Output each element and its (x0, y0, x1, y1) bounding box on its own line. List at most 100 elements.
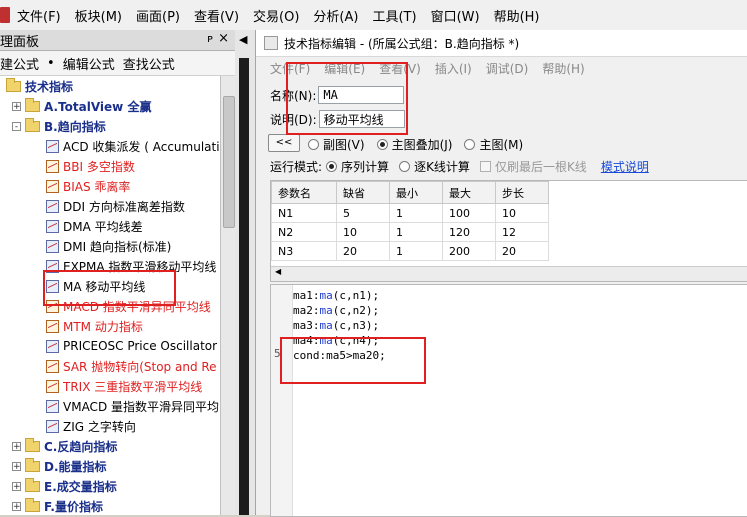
collapse-button[interactable]: << (268, 134, 300, 152)
expand-icon[interactable]: + (12, 441, 21, 451)
formula-icon (46, 419, 59, 433)
collapse-arrow-icon[interactable]: ◀ (239, 33, 247, 46)
expand-icon[interactable]: + (12, 101, 21, 111)
tree-scrollbar[interactable] (220, 76, 235, 515)
cell-name[interactable]: N3 (271, 241, 337, 261)
menu-sector[interactable]: 板块(M) (68, 6, 129, 25)
sub-chart-radio[interactable] (308, 139, 319, 150)
cell-max[interactable]: 200 (442, 241, 496, 261)
dialog-menu-edit[interactable]: 编辑(E) (324, 60, 365, 77)
scroll-left-icon[interactable]: ◀ (275, 267, 281, 276)
menu-screen[interactable]: 画面(P) (129, 6, 187, 25)
tree-formula-item[interactable]: TRIX 三重指数平滑平均线 (46, 376, 202, 396)
dialog-menu-debug[interactable]: 调试(D) (486, 60, 529, 77)
cell-max[interactable]: 120 (442, 222, 496, 242)
mode-help-link[interactable]: 模式说明 (601, 158, 649, 175)
desc-input[interactable]: 移动平均线 (318, 110, 405, 128)
tree-formula-item[interactable]: DMA 平均线差 (46, 216, 143, 236)
tree-folder[interactable]: + A.TotalView 全赢 (12, 96, 151, 116)
col-min[interactable]: 最小 (389, 181, 443, 204)
cell-name[interactable]: N2 (271, 222, 337, 242)
col-default[interactable]: 缺省 (336, 181, 390, 204)
pin-icon[interactable]: ᴘ (207, 32, 213, 45)
code-line[interactable]: ma4:ma(c,n4); (293, 334, 379, 349)
tree-folder[interactable]: - B.趋向指标 (12, 116, 106, 136)
sequence-calc-radio[interactable] (326, 161, 338, 172)
expand-icon[interactable]: + (12, 481, 21, 491)
code-line[interactable]: ma1:ma(c,n1); (293, 289, 379, 304)
new-formula-button[interactable]: 建公式 (0, 54, 39, 73)
menu-view[interactable]: 查看(V) (187, 6, 246, 25)
tree-folder[interactable]: + D.能量指标 (12, 456, 107, 476)
menu-trade[interactable]: 交易(O) (246, 6, 306, 25)
table-row[interactable]: N2 10 1 120 12 (271, 222, 549, 242)
per-bar-calc-label: 逐K线计算 (414, 160, 470, 174)
tree-formula-item[interactable]: PRICEOSC Price Oscillator (46, 336, 217, 356)
tree-formula-item[interactable]: MA 移动平均线 (46, 276, 145, 296)
tree-formula-item[interactable]: ZIG 之字转向 (46, 416, 136, 436)
menu-window[interactable]: 窗口(W) (424, 6, 487, 25)
edit-formula-button[interactable]: 编辑公式 (63, 54, 115, 73)
cell-max[interactable]: 100 (442, 203, 496, 223)
menu-tools[interactable]: 工具(T) (365, 6, 423, 25)
tree-folder[interactable]: + F.量价指标 (12, 496, 103, 515)
formula-icon (46, 319, 59, 333)
scrollbar-thumb[interactable] (223, 96, 235, 228)
last-bar-checkbox[interactable] (479, 161, 491, 172)
expand-icon[interactable]: + (12, 461, 21, 471)
code-line[interactable]: ma3:ma(c,n3); (293, 319, 379, 334)
menu-file[interactable]: 文件(F) (10, 6, 68, 25)
col-max[interactable]: 最大 (442, 181, 496, 204)
cell-default[interactable]: 20 (336, 241, 390, 261)
last-bar-label: 仅刷最后一根K线 (494, 160, 587, 174)
tree-formula-item[interactable]: MACD 指数平滑异同平均线 (46, 296, 211, 316)
tree-formula-item[interactable]: MTM 动力指标 (46, 316, 143, 336)
tree-formula-item[interactable]: DDI 方向标准离差指数 (46, 196, 185, 216)
tree-folder[interactable]: + C.反趋向指标 (12, 436, 117, 456)
code-var: ma3 (293, 319, 313, 332)
col-param-name[interactable]: 参数名 (271, 181, 337, 204)
dialog-menu-help[interactable]: 帮助(H) (542, 60, 584, 77)
tree-folder[interactable]: 技术指标 (6, 76, 73, 96)
per-bar-calc-radio[interactable] (399, 161, 411, 172)
menu-help[interactable]: 帮助(H) (487, 6, 547, 25)
col-step[interactable]: 步长 (495, 181, 549, 204)
menu-analysis[interactable]: 分析(A) (306, 6, 365, 25)
tree-formula-item[interactable]: EXPMA 指数平滑移动平均线 (46, 256, 216, 276)
code-line[interactable]: ma2:ma(c,n2); (293, 304, 379, 319)
dialog-menu-file[interactable]: 文件(F) (270, 60, 310, 77)
code-editor[interactable]: 5 ma1:ma(c,n1); ma2:ma(c,n2); ma3:ma(c,n3)… (270, 284, 747, 517)
collapse-icon[interactable]: - (12, 121, 21, 131)
tree-formula-item[interactable]: DMI 趋向指标(标准) (46, 236, 171, 256)
cell-step[interactable]: 20 (495, 241, 549, 261)
close-icon[interactable]: × (218, 31, 229, 46)
tree-folder[interactable]: + E.成交量指标 (12, 476, 117, 496)
params-hscrollbar[interactable]: ◀ (271, 266, 747, 281)
tree-formula-item[interactable]: VMACD 量指数平滑异同平均 (46, 396, 219, 416)
tree-formula-item[interactable]: ACD 收集派发 ( Accumulati (46, 136, 220, 156)
table-row[interactable]: N3 20 1 200 20 (271, 241, 549, 261)
tree-formula-item[interactable]: SAR 抛物转向(Stop and Re (46, 356, 217, 376)
cell-min[interactable]: 1 (389, 241, 443, 261)
panel-splitter[interactable]: ◀ (235, 30, 255, 515)
cell-default[interactable]: 10 (336, 222, 390, 242)
cell-name[interactable]: N1 (271, 203, 337, 223)
expand-icon[interactable]: + (12, 501, 21, 511)
dialog-menu-insert[interactable]: 插入(I) (435, 60, 472, 77)
name-input[interactable]: MA (318, 86, 405, 104)
cell-min[interactable]: 1 (389, 203, 443, 223)
cell-step[interactable]: 12 (495, 222, 549, 242)
tree-formula-item[interactable]: BIAS 乖离率 (46, 176, 130, 196)
main-chart-radio[interactable] (464, 139, 476, 150)
code-line[interactable]: cond:ma5>ma20; (293, 349, 386, 364)
cell-min[interactable]: 1 (389, 222, 443, 242)
cell-step[interactable]: 10 (495, 203, 549, 223)
tree-formula-item[interactable]: BBI 多空指数 (46, 156, 135, 176)
table-row[interactable]: N1 5 1 100 10 (271, 203, 549, 223)
dialog-menu-view[interactable]: 查看(V) (379, 60, 421, 77)
tree-item-label: BIAS 乖离率 (63, 179, 131, 194)
main-overlay-radio[interactable] (376, 139, 388, 150)
cell-default[interactable]: 5 (336, 203, 390, 223)
find-formula-button[interactable]: 查找公式 (123, 54, 175, 73)
code-var: ma1 (293, 289, 313, 302)
